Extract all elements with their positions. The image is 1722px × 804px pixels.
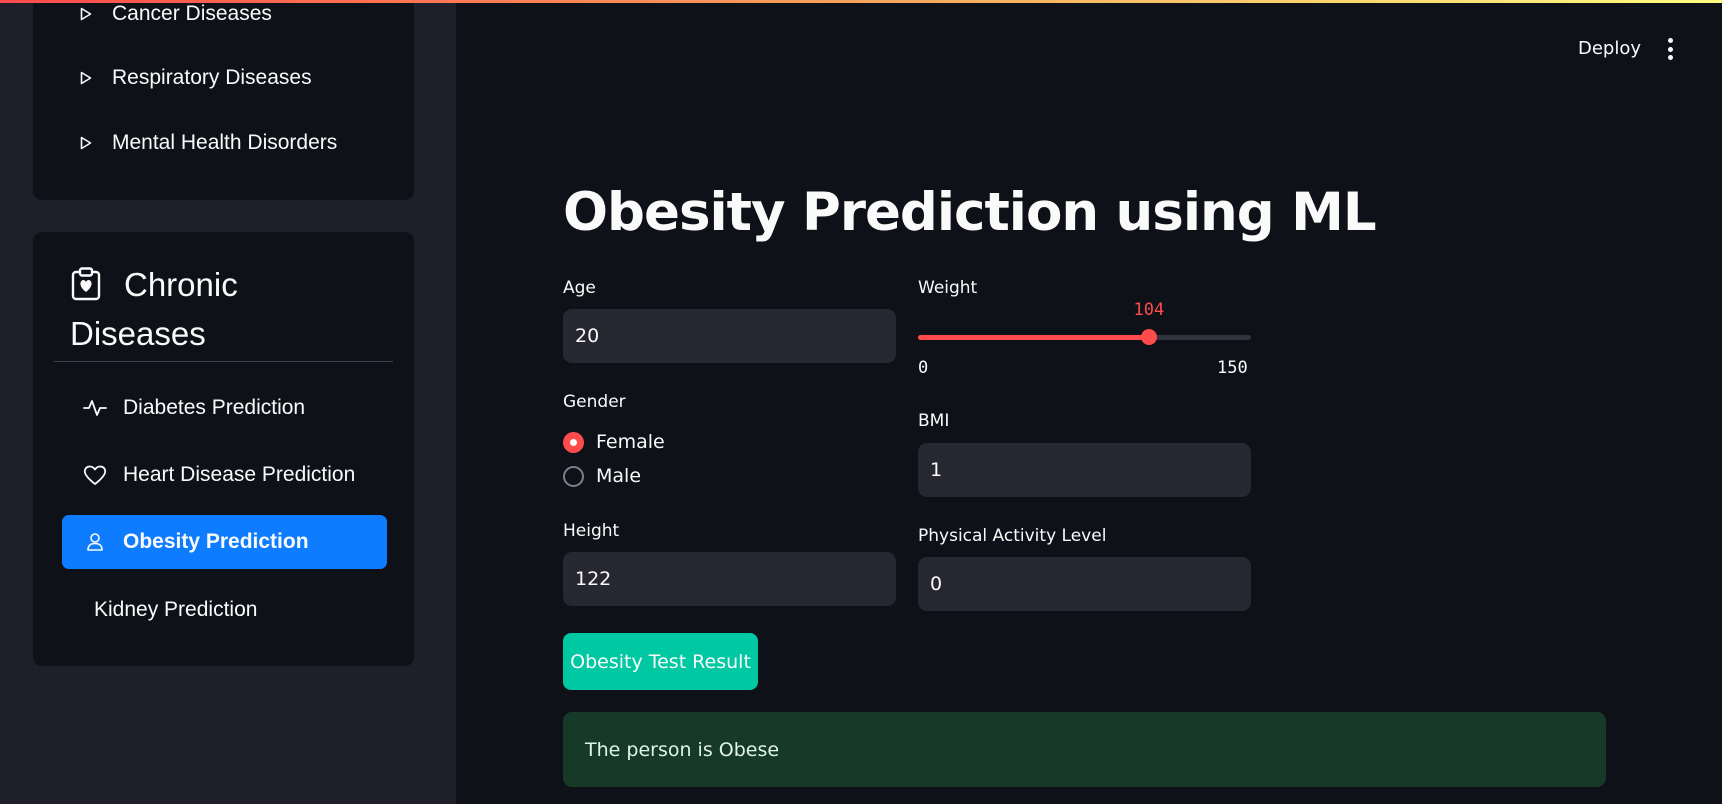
category-mental-health[interactable]: Mental Health Disorders: [80, 131, 337, 155]
bmi-label: BMI: [918, 411, 950, 431]
category-label: Mental Health Disorders: [112, 131, 338, 154]
clipboard-heart-icon: [70, 265, 102, 301]
slider-fill: [918, 335, 1149, 340]
section-title-line1: Chronic: [124, 266, 238, 303]
chronic-diseases-card: Chronic Diseases Diabetes Prediction Hea…: [33, 232, 414, 666]
category-label: Cancer Diseases: [112, 2, 272, 25]
sidebar-item-label: Obesity Prediction: [123, 530, 309, 553]
sidebar-item-heart-disease[interactable]: Heart Disease Prediction: [62, 448, 387, 502]
activity-icon: [83, 396, 107, 420]
height-input[interactable]: 122: [563, 552, 896, 606]
deploy-button[interactable]: Deploy: [1578, 38, 1641, 59]
categories-card: Cancer Diseases Respiratory Diseases Men…: [33, 0, 414, 200]
sidebar-item-label: Diabetes Prediction: [123, 396, 306, 419]
gender-radio-female[interactable]: Female: [563, 431, 665, 453]
weight-slider[interactable]: 104: [918, 300, 1251, 345]
sidebar: Cancer Diseases Respiratory Diseases Men…: [0, 0, 456, 804]
height-label: Height: [563, 521, 620, 541]
top-decoration-bar: [0, 0, 1722, 3]
slider-value: 104: [1133, 300, 1165, 320]
bmi-input[interactable]: 1: [918, 443, 1251, 497]
more-vertical-icon[interactable]: [1660, 36, 1680, 62]
caret-right-icon: [80, 7, 92, 21]
slider-max: 150: [1217, 358, 1248, 378]
activity-input[interactable]: 0: [918, 557, 1251, 611]
radio-selected-icon: [563, 431, 584, 453]
age-input[interactable]: 20: [563, 309, 896, 363]
radio-label: Male: [596, 465, 642, 487]
section-title-line2: Diseases: [70, 315, 206, 352]
radio-unselected-icon: [563, 465, 584, 487]
slider-thumb[interactable]: [1140, 329, 1157, 345]
sidebar-item-label: Heart Disease Prediction: [123, 463, 356, 486]
age-label: Age: [563, 278, 596, 298]
caret-right-icon: [80, 136, 92, 150]
section-title: Chronic Diseases: [70, 260, 390, 358]
person-icon: [83, 530, 107, 554]
sidebar-item-obesity[interactable]: Obesity Prediction: [62, 515, 387, 569]
activity-label: Physical Activity Level: [918, 526, 1107, 546]
slider-min: 0: [918, 358, 929, 378]
category-cancer[interactable]: Cancer Diseases: [80, 2, 272, 26]
weight-label: Weight: [918, 278, 978, 298]
sidebar-item-label: Kidney Prediction: [94, 598, 258, 621]
gender-label: Gender: [563, 392, 626, 412]
radio-label: Female: [596, 431, 665, 453]
sidebar-item-kidney[interactable]: Kidney Prediction: [62, 583, 387, 637]
page-title: Obesity Prediction using ML: [563, 182, 1377, 243]
section-divider: [54, 361, 393, 362]
category-label: Respiratory Diseases: [112, 66, 312, 89]
heart-icon: [83, 463, 107, 487]
obesity-test-button[interactable]: Obesity Test Result: [563, 633, 758, 690]
result-message: The person is Obese: [563, 712, 1606, 787]
caret-right-icon: [80, 71, 92, 85]
sidebar-item-diabetes[interactable]: Diabetes Prediction: [62, 381, 387, 435]
gender-radio-male[interactable]: Male: [563, 465, 641, 487]
category-respiratory[interactable]: Respiratory Diseases: [80, 66, 312, 90]
